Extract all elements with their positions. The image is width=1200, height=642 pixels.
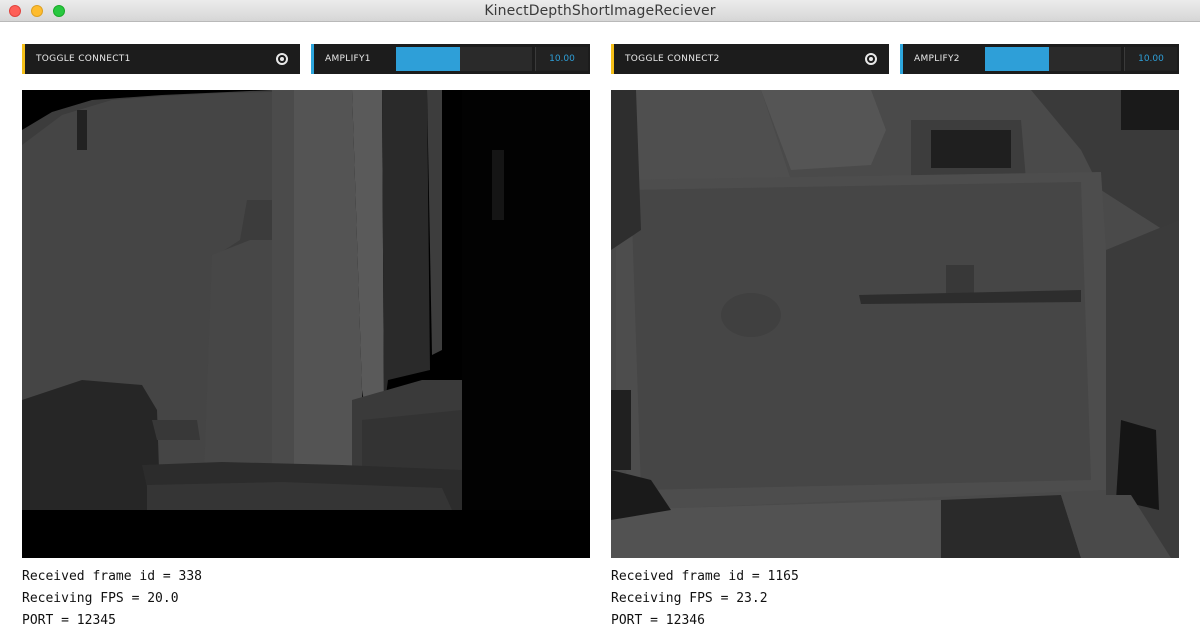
sensor-panel-2: TOGGLE CONNECT2 AMPLIFY2 10.00 Received … <box>611 44 1179 628</box>
amplify-2-value[interactable]: 10.00 <box>1124 47 1177 71</box>
port-2-text: PORT = 12346 <box>611 613 705 628</box>
depth-image-2 <box>611 90 1179 558</box>
depth-image-1-graphic <box>22 90 590 558</box>
radio-on-icon[interactable] <box>276 53 288 65</box>
frame-id-1-text: Received frame id = 338 <box>22 569 203 584</box>
amplify-1-label: AMPLIFY1 <box>325 54 371 64</box>
stats-2: Received frame id = 1165 Receiving FPS =… <box>611 566 799 632</box>
depth-image-1 <box>22 90 590 558</box>
amplify-1-control: AMPLIFY1 10.00 <box>311 44 590 74</box>
window-title: KinectDepthShortImageReciever <box>484 3 716 19</box>
title-bar: KinectDepthShortImageReciever <box>0 0 1200 22</box>
controls-row-1: TOGGLE CONNECT1 AMPLIFY1 10.00 <box>22 44 590 74</box>
fps-1-text: Receiving FPS = 20.0 <box>22 591 179 606</box>
amplify-2-slider[interactable] <box>985 47 1121 71</box>
amplify-1-value[interactable]: 10.00 <box>535 47 588 71</box>
amplify-2-control: AMPLIFY2 10.00 <box>900 44 1179 74</box>
depth-image-2-graphic <box>611 90 1179 558</box>
frame-id-2-text: Received frame id = 1165 <box>611 569 799 584</box>
sensor-panel-1: TOGGLE CONNECT1 AMPLIFY1 10.00 Received … <box>22 44 590 628</box>
controls-row-2: TOGGLE CONNECT2 AMPLIFY2 10.00 <box>611 44 1179 74</box>
amplify-1-slider[interactable] <box>396 47 532 71</box>
amplify-2-label: AMPLIFY2 <box>914 54 960 64</box>
toggle-connect-1-button[interactable]: TOGGLE CONNECT1 <box>22 44 300 74</box>
amplify-1-slider-fill[interactable] <box>396 47 460 71</box>
toggle-connect-2-label: TOGGLE CONNECT2 <box>625 54 720 64</box>
fps-2-text: Receiving FPS = 23.2 <box>611 591 768 606</box>
toggle-connect-1-label: TOGGLE CONNECT1 <box>36 54 131 64</box>
amplify-2-slider-fill[interactable] <box>985 47 1049 71</box>
port-1-text: PORT = 12345 <box>22 613 116 628</box>
toggle-connect-2-button[interactable]: TOGGLE CONNECT2 <box>611 44 889 74</box>
stats-1: Received frame id = 338 Receiving FPS = … <box>22 566 202 632</box>
radio-on-icon[interactable] <box>865 53 877 65</box>
app-window: KinectDepthShortImageReciever TOGGLE CON… <box>0 0 1200 642</box>
